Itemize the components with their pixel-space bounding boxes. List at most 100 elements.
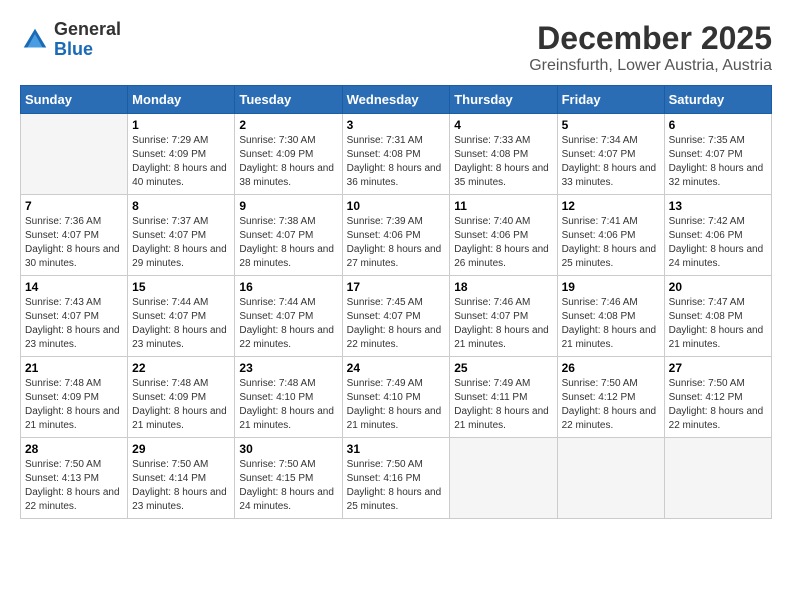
day-info: Sunrise: 7:48 AMSunset: 4:09 PMDaylight:… bbox=[132, 377, 230, 433]
calendar-cell: 7 Sunrise: 7:36 AMSunset: 4:07 PMDaylight… bbox=[21, 195, 128, 276]
calendar-cell: 14 Sunrise: 7:43 AMSunset: 4:07 PMDayligh… bbox=[21, 276, 128, 357]
day-info: Sunrise: 7:37 AMSunset: 4:07 PMDaylight:… bbox=[132, 215, 230, 271]
weekday-header: Saturday bbox=[664, 86, 771, 114]
calendar-cell bbox=[557, 438, 664, 519]
calendar-cell: 29 Sunrise: 7:50 AMSunset: 4:14 PMDayligh… bbox=[128, 438, 235, 519]
logo: General Blue bbox=[20, 20, 121, 60]
day-info: Sunrise: 7:50 AMSunset: 4:15 PMDaylight:… bbox=[239, 458, 337, 514]
weekday-header: Monday bbox=[128, 86, 235, 114]
day-number: 28 bbox=[25, 442, 123, 456]
day-number: 3 bbox=[347, 118, 446, 132]
calendar-week-row: 14 Sunrise: 7:43 AMSunset: 4:07 PMDayligh… bbox=[21, 276, 772, 357]
day-number: 23 bbox=[239, 361, 337, 375]
day-number: 5 bbox=[562, 118, 660, 132]
calendar-cell: 20Sunrise: 7:47 AMSunset: 4:08 PMDayligh… bbox=[664, 276, 771, 357]
day-info: Sunrise: 7:44 AMSunset: 4:07 PMDaylight:… bbox=[132, 296, 230, 352]
month-title: December 2025 bbox=[529, 20, 772, 57]
calendar-cell bbox=[664, 438, 771, 519]
day-number: 12 bbox=[562, 199, 660, 213]
day-info: Sunrise: 7:48 AMSunset: 4:09 PMDaylight:… bbox=[25, 377, 123, 433]
location-title: Greinsfurth, Lower Austria, Austria bbox=[529, 57, 772, 75]
title-area: December 2025 Greinsfurth, Lower Austria… bbox=[529, 20, 772, 75]
day-number: 26 bbox=[562, 361, 660, 375]
day-number: 8 bbox=[132, 199, 230, 213]
calendar-cell: 27 Sunrise: 7:50 AMSunset: 4:12 PMDayligh… bbox=[664, 357, 771, 438]
calendar-cell bbox=[21, 114, 128, 195]
calendar-cell: 13 Sunrise: 7:42 AMSunset: 4:06 PMDayligh… bbox=[664, 195, 771, 276]
weekday-header: Friday bbox=[557, 86, 664, 114]
weekday-header: Tuesday bbox=[235, 86, 342, 114]
day-info: Sunrise: 7:39 AMSunset: 4:06 PMDaylight:… bbox=[347, 215, 446, 271]
day-info: Sunrise: 7:50 AMSunset: 4:13 PMDaylight:… bbox=[25, 458, 123, 514]
calendar-cell: 30 Sunrise: 7:50 AMSunset: 4:15 PMDayligh… bbox=[235, 438, 342, 519]
calendar-cell: 25Sunrise: 7:49 AMSunset: 4:11 PMDayligh… bbox=[450, 357, 557, 438]
logo-text: General Blue bbox=[54, 20, 121, 60]
day-number: 27 bbox=[669, 361, 767, 375]
day-number: 21 bbox=[25, 361, 123, 375]
day-info: Sunrise: 7:50 AMSunset: 4:12 PMDaylight:… bbox=[562, 377, 660, 433]
day-number: 1 bbox=[132, 118, 230, 132]
day-number: 16 bbox=[239, 280, 337, 294]
calendar-cell: 23Sunrise: 7:48 AMSunset: 4:10 PMDayligh… bbox=[235, 357, 342, 438]
logo-icon bbox=[20, 25, 50, 55]
day-number: 11 bbox=[454, 199, 552, 213]
day-info: Sunrise: 7:43 AMSunset: 4:07 PMDaylight:… bbox=[25, 296, 123, 352]
day-number: 18 bbox=[454, 280, 552, 294]
day-info: Sunrise: 7:30 AMSunset: 4:09 PMDaylight:… bbox=[239, 134, 337, 190]
day-number: 19 bbox=[562, 280, 660, 294]
day-info: Sunrise: 7:50 AMSunset: 4:12 PMDaylight:… bbox=[669, 377, 767, 433]
calendar-cell: 4Sunrise: 7:33 AMSunset: 4:08 PMDaylight… bbox=[450, 114, 557, 195]
day-info: Sunrise: 7:50 AMSunset: 4:16 PMDaylight:… bbox=[347, 458, 446, 514]
day-info: Sunrise: 7:49 AMSunset: 4:10 PMDaylight:… bbox=[347, 377, 446, 433]
weekday-header-row: SundayMondayTuesdayWednesdayThursdayFrid… bbox=[21, 86, 772, 114]
calendar: SundayMondayTuesdayWednesdayThursdayFrid… bbox=[20, 85, 772, 519]
calendar-cell: 3Sunrise: 7:31 AMSunset: 4:08 PMDaylight… bbox=[342, 114, 450, 195]
day-number: 9 bbox=[239, 199, 337, 213]
day-info: Sunrise: 7:46 AMSunset: 4:07 PMDaylight:… bbox=[454, 296, 552, 352]
day-number: 17 bbox=[347, 280, 446, 294]
day-number: 14 bbox=[25, 280, 123, 294]
day-info: Sunrise: 7:38 AMSunset: 4:07 PMDaylight:… bbox=[239, 215, 337, 271]
calendar-cell: 2 Sunrise: 7:30 AMSunset: 4:09 PMDaylight… bbox=[235, 114, 342, 195]
day-number: 2 bbox=[239, 118, 337, 132]
calendar-cell: 5 Sunrise: 7:34 AMSunset: 4:07 PMDaylight… bbox=[557, 114, 664, 195]
logo-blue: Blue bbox=[54, 40, 121, 60]
day-info: Sunrise: 7:49 AMSunset: 4:11 PMDaylight:… bbox=[454, 377, 552, 433]
day-number: 29 bbox=[132, 442, 230, 456]
calendar-cell: 10Sunrise: 7:39 AMSunset: 4:06 PMDayligh… bbox=[342, 195, 450, 276]
day-info: Sunrise: 7:35 AMSunset: 4:07 PMDaylight:… bbox=[669, 134, 767, 190]
calendar-cell: 24Sunrise: 7:49 AMSunset: 4:10 PMDayligh… bbox=[342, 357, 450, 438]
weekday-header: Wednesday bbox=[342, 86, 450, 114]
calendar-cell: 12Sunrise: 7:41 AMSunset: 4:06 PMDayligh… bbox=[557, 195, 664, 276]
day-info: Sunrise: 7:45 AMSunset: 4:07 PMDaylight:… bbox=[347, 296, 446, 352]
day-number: 13 bbox=[669, 199, 767, 213]
day-info: Sunrise: 7:42 AMSunset: 4:06 PMDaylight:… bbox=[669, 215, 767, 271]
day-info: Sunrise: 7:44 AMSunset: 4:07 PMDaylight:… bbox=[239, 296, 337, 352]
calendar-cell: 6 Sunrise: 7:35 AMSunset: 4:07 PMDaylight… bbox=[664, 114, 771, 195]
day-info: Sunrise: 7:50 AMSunset: 4:14 PMDaylight:… bbox=[132, 458, 230, 514]
weekday-header: Thursday bbox=[450, 86, 557, 114]
calendar-week-row: 1Sunrise: 7:29 AMSunset: 4:09 PMDaylight… bbox=[21, 114, 772, 195]
calendar-cell: 22Sunrise: 7:48 AMSunset: 4:09 PMDayligh… bbox=[128, 357, 235, 438]
calendar-week-row: 28 Sunrise: 7:50 AMSunset: 4:13 PMDayligh… bbox=[21, 438, 772, 519]
day-info: Sunrise: 7:46 AMSunset: 4:08 PMDaylight:… bbox=[562, 296, 660, 352]
calendar-cell: 8 Sunrise: 7:37 AMSunset: 4:07 PMDaylight… bbox=[128, 195, 235, 276]
calendar-cell: 19 Sunrise: 7:46 AMSunset: 4:08 PMDayligh… bbox=[557, 276, 664, 357]
calendar-cell: 11Sunrise: 7:40 AMSunset: 4:06 PMDayligh… bbox=[450, 195, 557, 276]
calendar-cell: 16 Sunrise: 7:44 AMSunset: 4:07 PMDayligh… bbox=[235, 276, 342, 357]
day-number: 30 bbox=[239, 442, 337, 456]
calendar-cell: 9 Sunrise: 7:38 AMSunset: 4:07 PMDaylight… bbox=[235, 195, 342, 276]
day-info: Sunrise: 7:33 AMSunset: 4:08 PMDaylight:… bbox=[454, 134, 552, 190]
day-info: Sunrise: 7:34 AMSunset: 4:07 PMDaylight:… bbox=[562, 134, 660, 190]
calendar-cell: 17 Sunrise: 7:45 AMSunset: 4:07 PMDayligh… bbox=[342, 276, 450, 357]
day-info: Sunrise: 7:36 AMSunset: 4:07 PMDaylight:… bbox=[25, 215, 123, 271]
calendar-cell: 15Sunrise: 7:44 AMSunset: 4:07 PMDayligh… bbox=[128, 276, 235, 357]
day-number: 7 bbox=[25, 199, 123, 213]
calendar-cell: 28 Sunrise: 7:50 AMSunset: 4:13 PMDayligh… bbox=[21, 438, 128, 519]
day-number: 6 bbox=[669, 118, 767, 132]
calendar-cell: 18 Sunrise: 7:46 AMSunset: 4:07 PMDayligh… bbox=[450, 276, 557, 357]
day-number: 31 bbox=[347, 442, 446, 456]
weekday-header: Sunday bbox=[21, 86, 128, 114]
calendar-cell: 31 Sunrise: 7:50 AMSunset: 4:16 PMDayligh… bbox=[342, 438, 450, 519]
calendar-week-row: 21 Sunrise: 7:48 AMSunset: 4:09 PMDayligh… bbox=[21, 357, 772, 438]
